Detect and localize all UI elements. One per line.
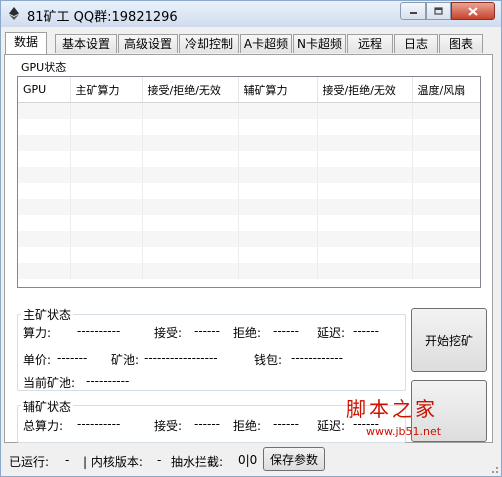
tab-data[interactable]: 数据 <box>5 32 47 54</box>
pool-value: ----------------- <box>144 351 218 365</box>
gpu-status-table[interactable]: GPU 主矿算力 接受/拒绝/无效 辅矿算力 接受/拒绝/无效 温度/风扇 <box>17 76 481 288</box>
table-row <box>18 167 480 183</box>
minimize-button[interactable] <box>400 2 426 20</box>
tab-chart[interactable]: 图表 <box>439 34 483 53</box>
tab-cooling-control[interactable]: 冷却控制 <box>179 34 239 53</box>
column-header-gpu[interactable]: GPU <box>18 77 71 103</box>
current-pool-label: 当前矿池: <box>23 376 76 390</box>
tab-remote[interactable]: 远程 <box>347 34 393 53</box>
column-header-main-shares[interactable]: 接受/拒绝/无效 <box>142 77 239 103</box>
maximize-icon <box>434 7 443 15</box>
table-row <box>18 135 480 151</box>
table-row <box>18 119 480 135</box>
close-icon <box>468 6 478 16</box>
wallet-value: ------------ <box>291 351 343 365</box>
main-rejected-label: 拒绝: <box>233 326 262 340</box>
aux-accepted-label: 接受: <box>154 419 183 433</box>
main-rejected-value: ------ <box>273 324 299 338</box>
close-button[interactable] <box>451 2 495 20</box>
main-accepted-label: 接受: <box>154 326 183 340</box>
app-window: 81矿工 QQ群:19821296 数据 基本设置 高级设置 冷却控制 A卡超频… <box>0 0 502 477</box>
aux-status-title: 辅矿状态 <box>21 398 74 415</box>
table-row <box>18 263 480 279</box>
aux-latency-value: ------ <box>353 417 379 431</box>
pool-label: 矿池: <box>111 353 140 367</box>
kernel-version-value: - <box>157 453 162 467</box>
running-value: - <box>65 453 70 467</box>
main-latency-label: 延迟: <box>317 326 346 340</box>
column-header-temp-fan[interactable]: 温度/风扇 <box>412 77 480 103</box>
table-row <box>18 247 480 263</box>
aux-latency-label: 延迟: <box>317 419 346 433</box>
price-value: ------- <box>57 351 88 365</box>
resize-grip-icon[interactable] <box>489 464 499 474</box>
table-row <box>18 199 480 215</box>
table-row <box>18 151 480 167</box>
secondary-action-button[interactable] <box>411 380 487 442</box>
table-row <box>18 215 480 231</box>
maximize-button[interactable] <box>426 2 451 20</box>
table-row <box>18 183 480 199</box>
main-hashrate-value: ---------- <box>77 324 121 338</box>
save-params-button[interactable]: 保存参数 <box>263 447 325 471</box>
gpu-status-label: GPU状态 <box>21 61 67 74</box>
aux-rejected-value: ------ <box>273 417 299 431</box>
title-bar[interactable]: 81矿工 QQ群:19821296 <box>1 1 501 27</box>
aux-total-hashrate-value: ---------- <box>77 417 121 431</box>
window-title: 81矿工 QQ群:19821296 <box>27 10 178 25</box>
devfee-intercept-label: 抽水拦截: <box>171 455 224 469</box>
start-mining-button[interactable]: 开始挖矿 <box>411 308 487 372</box>
aux-rejected-label: 拒绝: <box>233 419 262 433</box>
ethereum-icon <box>9 7 19 20</box>
table-row <box>18 102 480 119</box>
status-bar: 已运行: - | 内核版本: - 抽水拦截: 0|0 保存参数 <box>1 445 501 476</box>
gpu-table-body <box>18 102 480 279</box>
tab-basic-settings[interactable]: 基本设置 <box>55 34 117 53</box>
price-label: 单价: <box>23 353 52 367</box>
main-status-title: 主矿状态 <box>21 306 74 323</box>
minimize-icon <box>409 12 417 14</box>
main-accepted-value: ------ <box>194 324 220 338</box>
column-header-aux-shares[interactable]: 接受/拒绝/无效 <box>317 77 413 103</box>
running-label: 已运行: <box>9 455 50 469</box>
aux-total-hashrate-label: 总算力: <box>23 419 64 433</box>
aux-accepted-value: ------ <box>194 417 220 431</box>
tab-log[interactable]: 日志 <box>394 34 438 53</box>
tab-advanced-settings[interactable]: 高级设置 <box>118 34 178 53</box>
current-pool-value: ---------- <box>86 374 130 388</box>
devfee-intercept-value: 0|0 <box>238 453 258 467</box>
tab-nvidia-overclock[interactable]: N卡超频 <box>293 34 346 53</box>
kernel-version-label: | 内核版本: <box>83 455 143 469</box>
wallet-label: 钱包: <box>254 353 283 367</box>
column-header-main-hashrate[interactable]: 主矿算力 <box>70 77 143 103</box>
tab-amd-overclock[interactable]: A卡超频 <box>240 34 292 53</box>
main-hashrate-label: 算力: <box>23 326 52 340</box>
table-row <box>18 231 480 247</box>
column-header-aux-hashrate[interactable]: 辅矿算力 <box>238 77 318 103</box>
main-latency-value: ------ <box>353 324 379 338</box>
